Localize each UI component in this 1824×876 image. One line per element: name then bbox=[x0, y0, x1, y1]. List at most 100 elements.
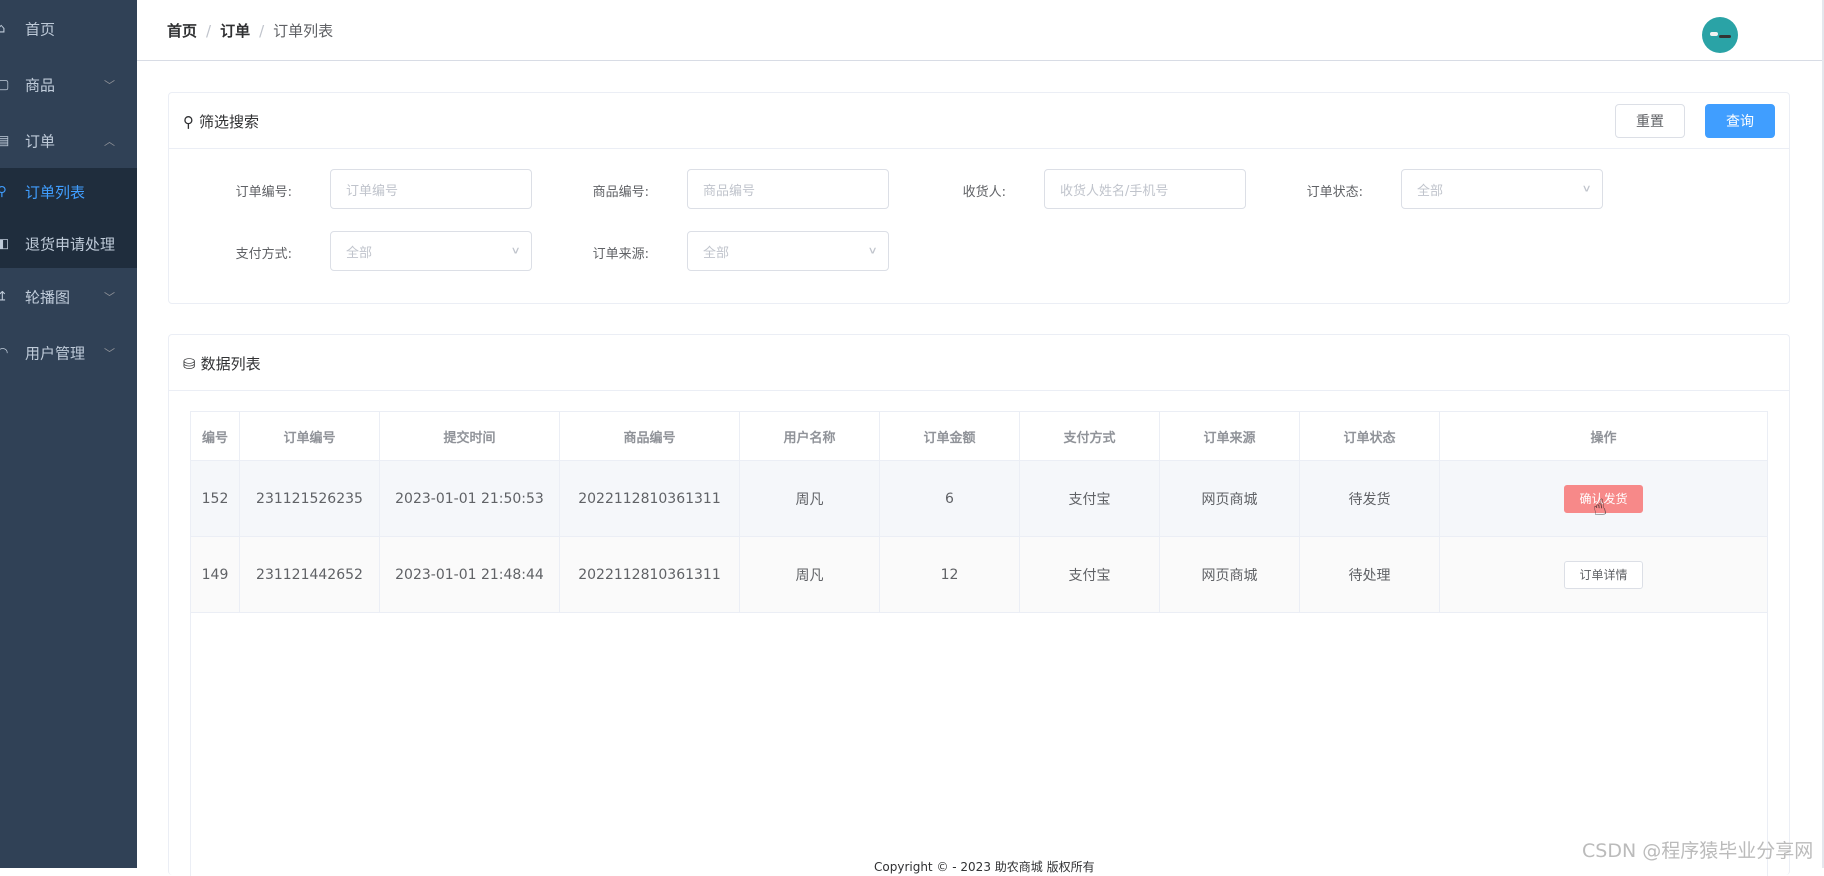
cell-product-no: 2022112810361311 bbox=[560, 461, 740, 536]
breadcrumb-separator: / bbox=[206, 22, 212, 40]
chevron-down-icon: ﹀ bbox=[104, 79, 115, 92]
cell-product-no: 2022112810361311 bbox=[560, 537, 740, 612]
product-no-label: 商品编号: bbox=[592, 185, 649, 200]
column-header[interactable]: 订单编号 bbox=[240, 412, 380, 460]
cell-pay: 支付宝 bbox=[1020, 461, 1160, 536]
cell-id: 152 bbox=[191, 461, 240, 536]
filter-title-text: 筛选搜索 bbox=[199, 113, 260, 131]
cell-order-no: 231121442652 bbox=[240, 537, 380, 612]
table-row[interactable]: 149 231121442652 2023-01-01 21:48:44 202… bbox=[191, 537, 1767, 613]
chevron-down-icon: ﹀ bbox=[104, 347, 115, 360]
reset-button[interactable]: 重置 bbox=[1615, 104, 1685, 138]
search-icon: ⚲ bbox=[183, 112, 194, 131]
breadcrumb-current: 订单列表 bbox=[273, 22, 334, 40]
filter-card-header: ⚲ 筛选搜索 重置 查询 bbox=[169, 93, 1789, 149]
sidebar-item-carousel[interactable]: ↥ 轮播图 ﹀ bbox=[0, 269, 137, 325]
cell-id: 149 bbox=[191, 537, 240, 612]
filter-title: ⚲ 筛选搜索 bbox=[183, 111, 259, 132]
status-select-value: 全部 bbox=[1417, 183, 1444, 199]
order-table: 编号 订单编号 提交时间 商品编号 用户名称 订单金额 支付方式 订单来源 订单… bbox=[190, 411, 1768, 876]
goods-icon: ▢ bbox=[0, 77, 10, 93]
sidebar-item-label: 首页 bbox=[25, 20, 56, 39]
sidebar-item-label: 轮播图 bbox=[25, 288, 71, 307]
sidebar-item-label: 订单列表 bbox=[25, 183, 86, 202]
pay-type-select[interactable]: 全部 ∨ bbox=[330, 231, 532, 271]
sidebar-item-label: 用户管理 bbox=[25, 344, 86, 363]
data-list-title-text: 数据列表 bbox=[200, 355, 261, 373]
column-header[interactable]: 订单状态 bbox=[1300, 412, 1440, 460]
chevron-down-icon: ∨ bbox=[510, 245, 521, 257]
sidebar-item-order-list[interactable]: ⚲ 订单列表 bbox=[0, 166, 137, 218]
cell-pay: 支付宝 bbox=[1020, 537, 1160, 612]
sidebar-item-order[interactable]: ▤ 订单 ︿ bbox=[0, 113, 137, 169]
avatar-detail bbox=[1719, 35, 1731, 38]
cell-source: 网页商城 bbox=[1160, 461, 1300, 536]
database-icon: ⛁ bbox=[183, 354, 196, 373]
sidebar-item-user[interactable]: ◠ 用户管理 ﹀ bbox=[0, 325, 137, 381]
sidebar-item-goods[interactable]: ▢ 商品 ﹀ bbox=[0, 57, 137, 113]
list-icon: ⚲ bbox=[0, 184, 7, 200]
column-header[interactable]: 商品编号 bbox=[560, 412, 740, 460]
breadcrumb-separator: / bbox=[259, 22, 265, 40]
query-button[interactable]: 查询 bbox=[1705, 104, 1775, 138]
sidebar-item-label: 退货申请处理 bbox=[25, 235, 116, 254]
column-header: 操作 bbox=[1590, 430, 1617, 446]
cell-order-no: 231121526235 bbox=[240, 461, 380, 536]
cell-time: 2023-01-01 21:50:53 bbox=[380, 461, 560, 536]
navbar: 首页 / 订单 / 订单列表 bbox=[137, 0, 1824, 61]
column-header[interactable]: 订单金额 bbox=[880, 412, 1020, 460]
sidebar-item-label: 订单 bbox=[25, 132, 56, 151]
data-list-header: ⛁ 数据列表 bbox=[169, 335, 1789, 391]
return-icon: ◧ bbox=[0, 236, 10, 252]
chevron-up-icon: ︿ bbox=[104, 135, 115, 148]
source-select[interactable]: 全部 ∨ bbox=[687, 231, 889, 271]
pay-type-select-value: 全部 bbox=[346, 245, 373, 261]
order-detail-button[interactable]: 订单详情 bbox=[1564, 560, 1643, 589]
cell-source: 网页商城 bbox=[1160, 537, 1300, 612]
data-list-card: ⛁ 数据列表 编号 订单编号 提交时间 商品编号 用户名称 订单金额 支付方式 … bbox=[168, 334, 1790, 876]
column-header[interactable]: 提交时间 bbox=[380, 412, 560, 460]
order-icon: ▤ bbox=[0, 133, 10, 149]
source-select-value: 全部 bbox=[703, 245, 730, 261]
cell-status: 待处理 bbox=[1300, 537, 1440, 612]
status-select[interactable]: 全部 ∨ bbox=[1401, 169, 1603, 209]
cell-user: 周凡 bbox=[740, 461, 880, 536]
column-header[interactable]: 编号 bbox=[191, 412, 240, 460]
home-icon: ⌂ bbox=[0, 21, 6, 37]
chevron-down-icon: ﹀ bbox=[104, 291, 115, 304]
avatar-detail bbox=[1710, 32, 1718, 36]
order-no-label: 订单编号: bbox=[235, 185, 292, 200]
column-header[interactable]: 支付方式 bbox=[1020, 412, 1160, 460]
sidebar-item-return[interactable]: ◧ 退货申请处理 bbox=[0, 218, 137, 270]
cell-action: 订单详情 bbox=[1440, 537, 1767, 612]
column-header[interactable]: 订单来源 bbox=[1160, 412, 1300, 460]
breadcrumb-home[interactable]: 首页 bbox=[167, 22, 197, 40]
watermark: CSDN @程序猿毕业分享网 bbox=[1582, 840, 1814, 862]
filter-card: ⚲ 筛选搜索 重置 查询 订单编号: 订单编号 商品编号: 商品编号 收货人: … bbox=[168, 92, 1790, 304]
cell-amount: 12 bbox=[880, 537, 1020, 612]
breadcrumb: 首页 / 订单 / 订单列表 bbox=[167, 20, 333, 41]
breadcrumb-order[interactable]: 订单 bbox=[220, 22, 250, 40]
footer-copyright: Copyright © - 2023 助农商城 版权所有 bbox=[874, 860, 1095, 874]
cell-user: 周凡 bbox=[740, 537, 880, 612]
chevron-down-icon: ∨ bbox=[867, 245, 878, 257]
sidebar-item-home[interactable]: ⌂ 首页 bbox=[0, 1, 137, 57]
order-no-input[interactable]: 订单编号 bbox=[330, 169, 532, 209]
user-icon: ◠ bbox=[0, 345, 9, 361]
pay-type-label: 支付方式: bbox=[235, 247, 292, 262]
cell-time: 2023-01-01 21:48:44 bbox=[380, 537, 560, 612]
cell-amount: 6 bbox=[880, 461, 1020, 536]
sidebar: ⌂ 首页 ▢ 商品 ﹀ ▤ 订单 ︿ ⚲ 订单列表 ◧ 退货申请处理 ↥ 轮播图… bbox=[0, 0, 137, 868]
table-header: 编号 订单编号 提交时间 商品编号 用户名称 订单金额 支付方式 订单来源 订单… bbox=[191, 412, 1767, 461]
table-row[interactable]: 152 231121526235 2023-01-01 21:50:53 202… bbox=[191, 461, 1767, 537]
chevron-down-icon: ∨ bbox=[1581, 183, 1592, 195]
cell-status: 待发货 bbox=[1300, 461, 1440, 536]
avatar[interactable] bbox=[1702, 17, 1738, 53]
source-label: 订单来源: bbox=[592, 247, 649, 262]
receiver-input[interactable]: 收货人姓名/手机号 bbox=[1044, 169, 1246, 209]
status-label: 订单状态: bbox=[1306, 185, 1363, 200]
data-list-title: ⛁ 数据列表 bbox=[183, 353, 261, 374]
carousel-icon: ↥ bbox=[0, 289, 8, 305]
product-no-input[interactable]: 商品编号 bbox=[687, 169, 889, 209]
column-header[interactable]: 用户名称 bbox=[740, 412, 880, 460]
